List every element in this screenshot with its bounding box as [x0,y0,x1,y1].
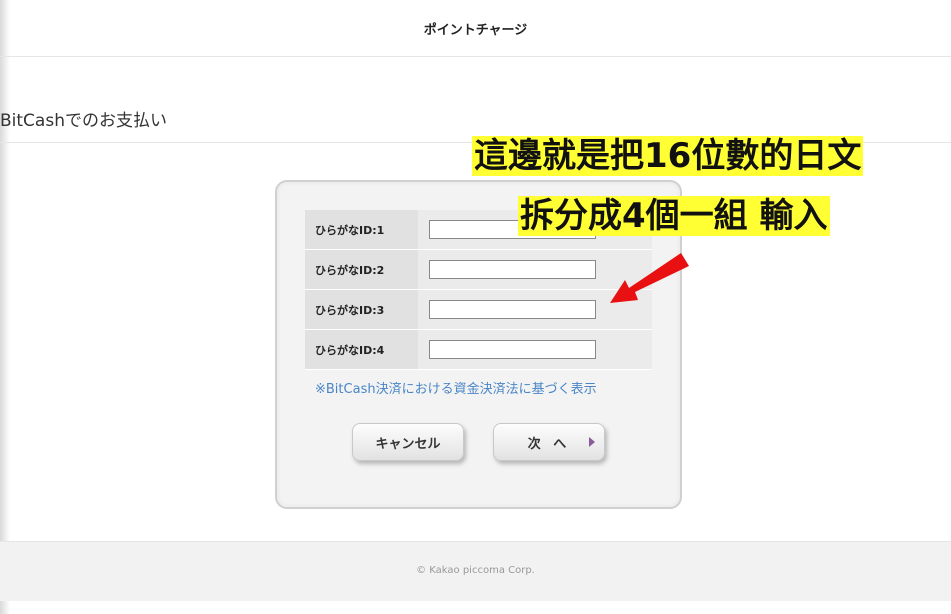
id-row-2: ひらがなID:2 [305,250,652,290]
id-label-3: ひらがなID:3 [305,290,418,329]
id-label-4: ひらがなID:4 [305,330,418,369]
page-header: ポイントチャージ [0,0,951,57]
section-title: BitCashでのお支払い [0,111,167,131]
footer-copyright: © Kakao piccoma Corp. [416,565,535,576]
id-row-4: ひらがなID:4 [305,330,652,370]
cancel-button-label: キャンセル [375,436,441,452]
annotation-text-2: 拆分成4個一組 輸入 [518,196,830,236]
id-row-3: ひらがなID:3 [305,290,652,330]
next-button-label: 次 へ [527,436,571,452]
annotation-text-1: 這邊就是把16位數的日文 [472,136,864,176]
cancel-button[interactable]: キャンセル [352,423,464,461]
id-label-1: ひらがなID:1 [305,210,418,249]
next-button[interactable]: 次 へ [493,423,605,461]
hiragana-id-input-4[interactable] [429,340,596,359]
next-arrow-icon [589,437,595,447]
id-label-2: ひらがなID:2 [305,250,418,289]
red-arrow-icon [610,253,689,303]
hiragana-id-input-3[interactable] [429,300,596,319]
page-title: ポイントチャージ [423,23,528,38]
left-edge-shadow [0,0,10,614]
hiragana-id-input-2[interactable] [429,260,596,279]
page-footer: © Kakao piccoma Corp. [0,541,951,601]
legal-notice-link[interactable]: ※BitCash決済における資金決済法に基づく表示 [315,378,597,397]
